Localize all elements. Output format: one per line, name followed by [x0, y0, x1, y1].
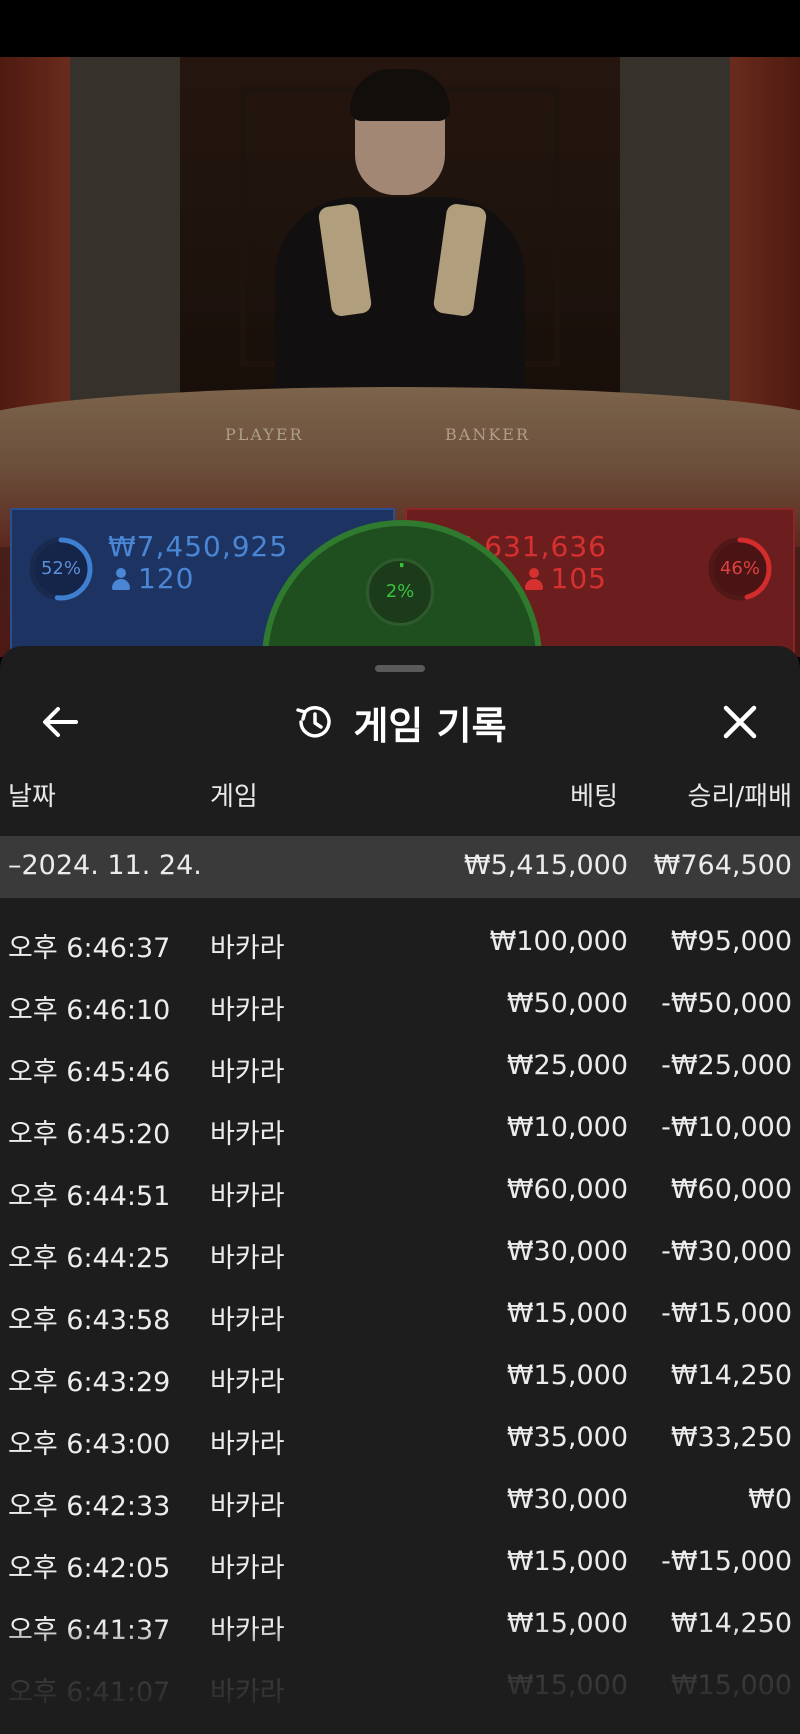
person-icon	[524, 568, 543, 590]
tie-percent-ring: 2%	[366, 558, 434, 626]
banker-percent-ring: 46%	[707, 536, 773, 602]
player-count-value: 120	[138, 562, 195, 595]
row-bet: ₩15,000	[506, 1360, 628, 1391]
row-game: 바카라	[210, 1553, 285, 1584]
day-result-total: ₩764,500	[653, 850, 792, 881]
row-result: -₩10,000	[661, 1112, 792, 1143]
row-bet: ₩15,000	[506, 1546, 628, 1577]
row-result: ₩95,000	[670, 926, 792, 957]
close-button[interactable]	[716, 698, 764, 746]
row-game: 바카라	[210, 933, 285, 964]
game-history-sheet: 게임 기록 날짜 게임 베팅 승리/패배 –2024. 11. 24. ₩5,4…	[0, 646, 800, 1734]
row-game: 바카라	[210, 1243, 285, 1274]
row-time: 오후 6:42:05	[8, 1553, 171, 1584]
history-row[interactable]: 오후 6:46:10 바카라 ₩50,000 -₩50,000	[0, 974, 800, 1036]
player-percent-label: 52%	[40, 558, 81, 579]
row-time: 오후 6:42:33	[8, 1491, 171, 1522]
row-bet: ₩100,000	[489, 926, 628, 957]
player-percent-ring: 52%	[28, 536, 94, 602]
row-game: 바카라	[210, 1429, 285, 1460]
history-row[interactable]: 오후 6:44:25 바카라 ₩30,000 -₩30,000	[0, 1222, 800, 1284]
column-header-bet: 베팅	[570, 782, 618, 812]
row-time: 오후 6:43:00	[8, 1429, 171, 1460]
row-result: -₩15,000	[661, 1546, 792, 1577]
row-bet: ₩25,000	[506, 1050, 628, 1081]
column-header-result: 승리/패배	[687, 782, 792, 812]
history-row[interactable]: 오후 6:43:29 바카라 ₩15,000 ₩14,250	[0, 1346, 800, 1408]
history-row[interactable]: 오후 6:42:05 바카라 ₩15,000 -₩15,000	[0, 1532, 800, 1594]
row-bet: ₩15,000	[506, 1298, 628, 1329]
row-bet: ₩10,000	[506, 1112, 628, 1143]
row-time: 오후 6:44:51	[8, 1181, 171, 1212]
row-result: -₩15,000	[661, 1298, 792, 1329]
banker-count: 105	[524, 562, 607, 595]
row-game: 바카라	[210, 1181, 285, 1212]
row-time: 오후 6:43:29	[8, 1367, 171, 1398]
column-header-date: 날짜	[8, 782, 56, 812]
column-header-game: 게임	[210, 782, 258, 812]
row-bet: ₩30,000	[506, 1484, 628, 1515]
row-result: -₩25,000	[661, 1050, 792, 1081]
banker-count-value: 105	[550, 562, 607, 595]
history-row[interactable]: 오후 6:42:33 바카라 ₩30,000 ₩0	[0, 1470, 800, 1532]
row-time: 오후 6:46:37	[8, 933, 171, 964]
row-game: 바카라	[210, 1119, 285, 1150]
row-result: -₩30,000	[661, 1236, 792, 1267]
row-result: ₩14,250	[670, 1360, 792, 1391]
row-result: ₩60,000	[670, 1174, 792, 1205]
close-x-icon	[723, 705, 757, 739]
day-summary-row[interactable]: –2024. 11. 24. ₩5,415,000 ₩764,500	[0, 836, 800, 898]
row-result: ₩0	[748, 1484, 792, 1515]
row-time: 오후 6:43:58	[8, 1305, 171, 1336]
sheet-drag-handle[interactable]	[375, 665, 425, 672]
row-game: 바카라	[210, 1057, 285, 1088]
row-time: 오후 6:45:20	[8, 1119, 171, 1150]
row-time: 오후 6:44:25	[8, 1243, 171, 1274]
day-date: –2024. 11. 24.	[8, 850, 202, 881]
history-row[interactable]: 오후 6:44:51 바카라 ₩60,000 ₩60,000	[0, 1160, 800, 1222]
row-bet: ₩50,000	[506, 988, 628, 1019]
sheet-header: 게임 기록	[0, 690, 800, 754]
history-row[interactable]: 오후 6:43:58 바카라 ₩15,000 -₩15,000	[0, 1284, 800, 1346]
player-count: 120	[112, 562, 194, 595]
row-time: 오후 6:45:46	[8, 1057, 171, 1088]
sheet-title: 게임 기록	[353, 703, 507, 748]
row-time: 오후 6:46:10	[8, 995, 171, 1026]
row-bet: ₩35,000	[506, 1422, 628, 1453]
list-fade-overlay	[0, 1626, 800, 1734]
history-row[interactable]: 오후 6:46:37 바카라 ₩100,000 ₩95,000	[0, 912, 800, 974]
player-bet-amount: ₩7,450,925	[108, 530, 289, 563]
banker-percent-label: 46%	[719, 558, 760, 579]
person-icon	[112, 568, 130, 590]
row-bet: ₩60,000	[506, 1174, 628, 1205]
row-result: -₩50,000	[661, 988, 792, 1019]
day-bet-total: ₩5,415,000	[463, 850, 628, 881]
history-row[interactable]: 오후 6:45:46 바카라 ₩25,000 -₩25,000	[0, 1036, 800, 1098]
row-result: ₩33,250	[670, 1422, 792, 1453]
row-game: 바카라	[210, 1305, 285, 1336]
tie-percent-label: 2%	[385, 581, 415, 602]
history-clock-icon	[296, 706, 332, 738]
row-game: 바카라	[210, 995, 285, 1026]
row-game: 바카라	[210, 1491, 285, 1522]
row-game: 바카라	[210, 1367, 285, 1398]
row-bet: ₩30,000	[506, 1236, 628, 1267]
history-row[interactable]: 오후 6:45:20 바카라 ₩10,000 -₩10,000	[0, 1098, 800, 1160]
history-row[interactable]: 오후 6:43:00 바카라 ₩35,000 ₩33,250	[0, 1408, 800, 1470]
